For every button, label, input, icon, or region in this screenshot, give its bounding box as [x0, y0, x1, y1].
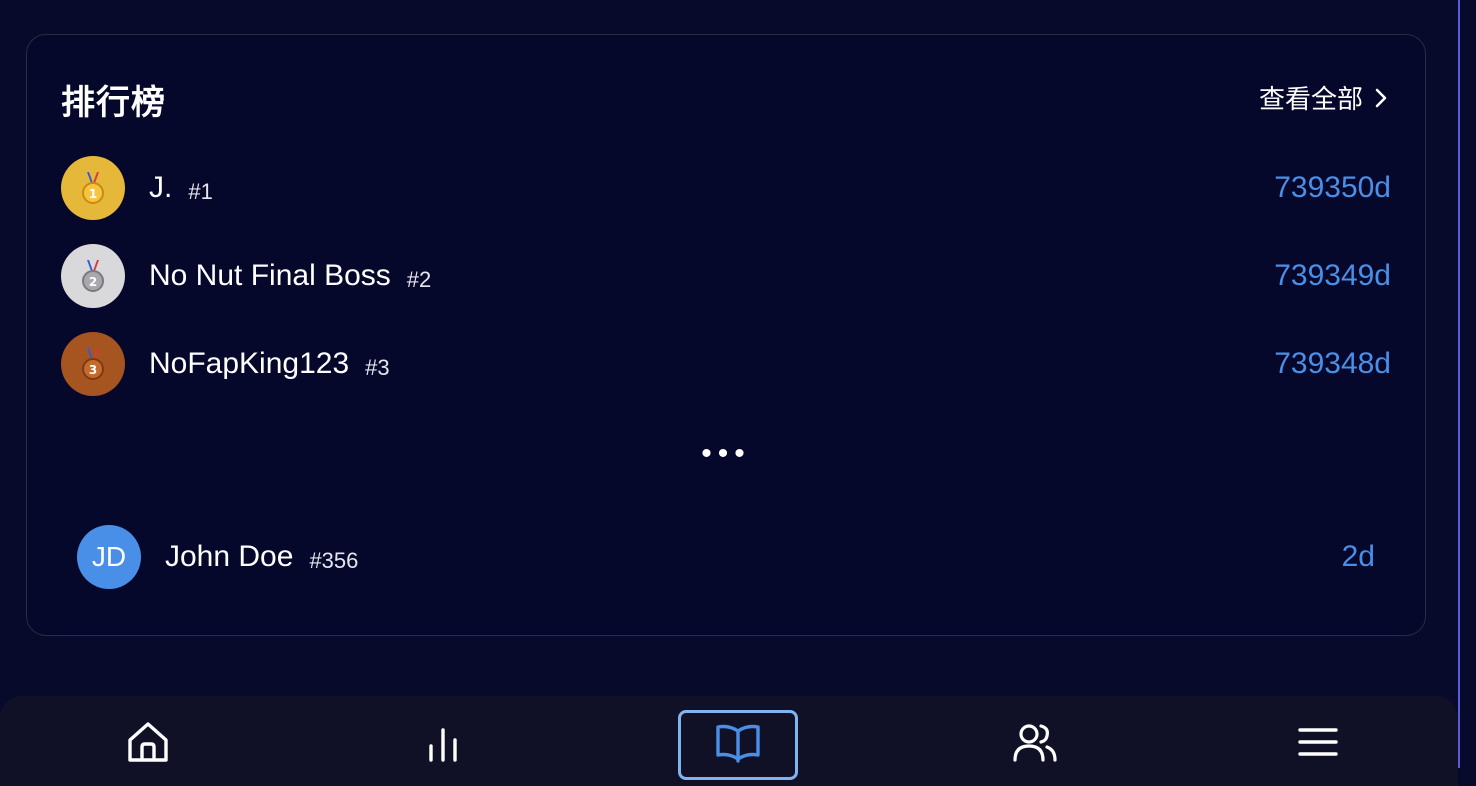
medal-icon: 3: [82, 348, 104, 380]
more-ellipsis: •••: [701, 437, 751, 470]
users-icon: [1013, 724, 1057, 762]
bottom-nav: [0, 696, 1458, 786]
book-icon: [716, 724, 760, 763]
player-score: 739350d: [1274, 171, 1391, 204]
current-user-score: 2d: [1341, 540, 1375, 573]
leaderboard-row-2[interactable]: 2 No Nut Final Boss #2 739349d: [61, 244, 1391, 308]
home-icon: [128, 722, 168, 762]
nav-menu[interactable]: [1258, 710, 1378, 780]
player-rank: #2: [406, 267, 432, 292]
view-all-label: 查看全部: [1258, 84, 1363, 114]
current-user-row[interactable]: JD John Doe #356 2d: [77, 525, 1375, 589]
medal-icon: 2: [82, 260, 104, 292]
current-user-rank: #356: [309, 548, 359, 573]
svg-text:3: 3: [89, 363, 97, 377]
svg-text:1: 1: [89, 187, 97, 201]
player-score: 739348d: [1274, 347, 1391, 380]
player-name: J.: [149, 171, 173, 204]
nav-journal[interactable]: [678, 710, 798, 780]
player-name: NoFapKing123: [149, 347, 350, 380]
user-avatar: JD: [77, 525, 141, 589]
nav-home[interactable]: [88, 710, 208, 780]
menu-icon: [1298, 728, 1338, 756]
leaderboard-card: 排行榜 查看全部 1 J. #1 739350d 2 No Nut Final …: [26, 34, 1426, 636]
scrollbar-edge: [1458, 0, 1460, 768]
nav-stats[interactable]: [383, 710, 503, 780]
current-user-name: John Doe: [165, 540, 294, 573]
view-all-link[interactable]: 查看全部: [1259, 79, 1389, 116]
chevron-right-icon: [1375, 88, 1387, 107]
svg-text:2: 2: [89, 275, 97, 289]
leaderboard-row-3[interactable]: 3 NoFapKing123 #3 739348d: [61, 332, 1391, 396]
nav-community[interactable]: [975, 710, 1095, 780]
player-rank: #1: [188, 179, 213, 204]
silver-medal-avatar: 2: [61, 244, 125, 308]
gold-medal-avatar: 1: [61, 156, 125, 220]
player-name: No Nut Final Boss: [149, 259, 391, 292]
bar-chart-icon: [429, 728, 457, 762]
leaderboard-title: 排行榜: [61, 84, 166, 122]
leaderboard-row-1[interactable]: 1 J. #1 739350d: [61, 156, 1391, 220]
player-rank: #3: [365, 355, 390, 380]
bronze-medal-avatar: 3: [61, 332, 125, 396]
medal-icon: 1: [82, 172, 104, 204]
player-score: 739349d: [1274, 259, 1391, 292]
